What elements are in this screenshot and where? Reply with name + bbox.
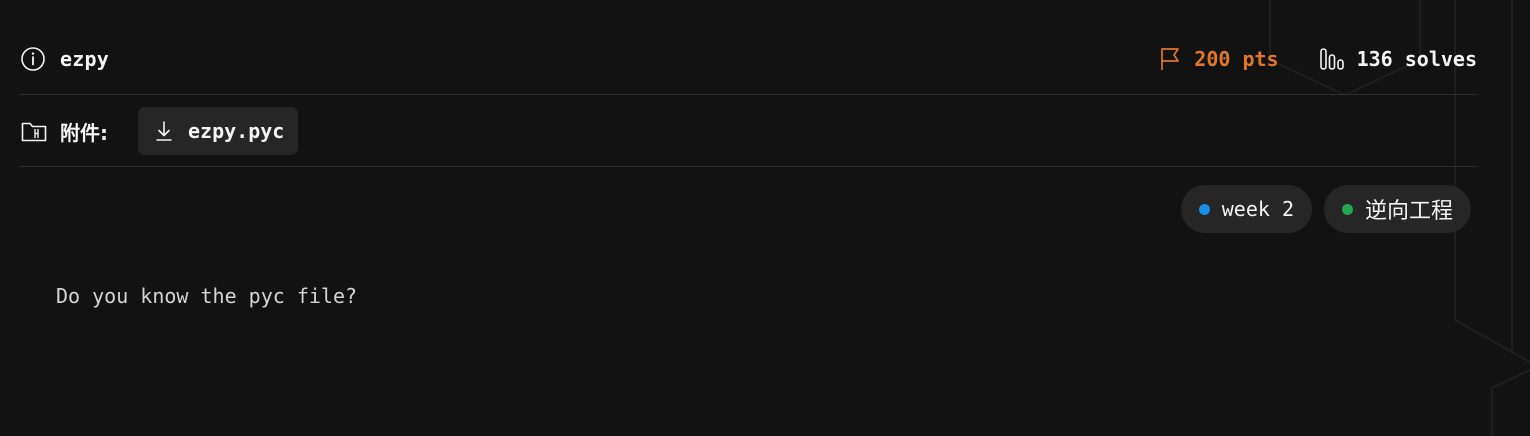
tag-color-dot: [1198, 203, 1210, 215]
tag-color-dot: [1341, 203, 1353, 215]
solves-stat: 136 solves: [1319, 46, 1477, 72]
tag-week[interactable]: week 2: [1180, 185, 1312, 233]
tag-label: 逆向工程: [1364, 199, 1453, 224]
bar-chart-icon: [1319, 46, 1345, 72]
challenge-stats: 200 pts 136 solves: [1158, 46, 1477, 72]
tag-category[interactable]: 逆向工程: [1323, 185, 1471, 233]
attachment-filename: ezpy.pyc: [188, 119, 285, 143]
solves-value: 136 solves: [1356, 47, 1477, 71]
challenge-title: ezpy: [60, 47, 109, 71]
folder-icon: [20, 119, 48, 143]
points-value: 200 pts: [1194, 47, 1279, 71]
challenge-tags: week 2 逆向工程: [1180, 185, 1471, 233]
attachments-label: 附件:: [60, 120, 108, 145]
attachments-row: 附件: ezpy.pyc: [20, 106, 299, 156]
challenge-description: Do you know the pyc file?: [56, 284, 358, 308]
challenge-title-group: ezpy: [20, 46, 109, 72]
download-icon: [154, 120, 174, 142]
points-stat: 200 pts: [1158, 46, 1279, 72]
challenge-header: ezpy 200 pts 136 solves: [20, 34, 1477, 84]
header-divider: [20, 94, 1477, 95]
info-icon: [20, 46, 46, 72]
attachment-download-button[interactable]: ezpy.pyc: [138, 107, 299, 155]
attachments-label-group: 附件:: [20, 117, 108, 146]
flag-icon: [1158, 46, 1182, 72]
tag-label: week 2: [1221, 197, 1294, 221]
attachments-divider: [20, 166, 1477, 167]
